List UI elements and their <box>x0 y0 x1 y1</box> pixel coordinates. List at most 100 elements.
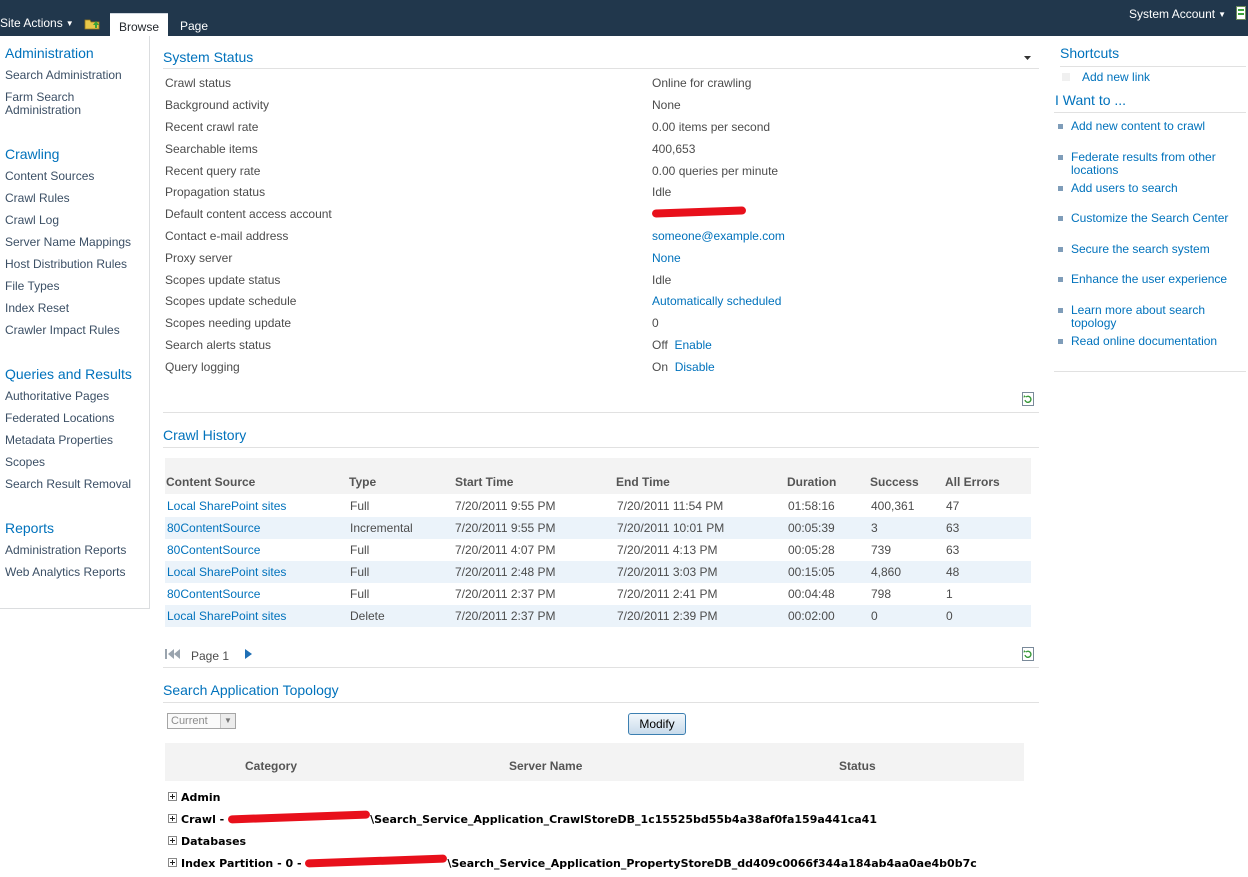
content-source-link[interactable]: Local SharePoint sites <box>167 565 286 579</box>
table-cell: 00:15:05 <box>788 565 835 579</box>
status-value: 0.00 items per second <box>652 120 771 134</box>
link-enhance-experience[interactable]: Enhance the user experience <box>1071 273 1247 286</box>
column-header: Category <box>245 759 298 773</box>
topology-row-crawl: Crawl - \Search_Service_Application_Craw… <box>168 810 877 826</box>
ql-heading-reports[interactable]: Reports <box>5 520 54 536</box>
redaction-mark <box>651 206 747 218</box>
ql-item-scopes[interactable]: Scopes <box>5 456 45 469</box>
table-cell: 7/20/2011 3:03 PM <box>617 565 718 579</box>
collapse-arrow-icon[interactable] <box>1024 56 1031 60</box>
ql-item-authoritative-pages[interactable]: Authoritative Pages <box>5 390 109 403</box>
topology-version-select[interactable]: Current ▼ <box>167 713 236 729</box>
default-account-link[interactable] <box>651 206 747 221</box>
table-cell: 63 <box>946 543 960 557</box>
ql-heading-crawling[interactable]: Crawling <box>5 146 59 162</box>
expand-icon[interactable] <box>168 814 177 823</box>
content-source-link[interactable]: Local SharePoint sites <box>167 499 286 513</box>
topology-row-databases: Databases <box>168 835 246 848</box>
table-cell: 7/20/2011 2:39 PM <box>617 609 718 623</box>
ql-item-host-distribution-rules[interactable]: Host Distribution Rules <box>5 258 127 271</box>
content-source-link[interactable]: 80ContentSource <box>167 543 260 557</box>
ql-item-file-types[interactable]: File Types <box>5 280 59 293</box>
link-add-users[interactable]: Add users to search <box>1071 182 1247 195</box>
user-menu[interactable]: System Account ▼ <box>1129 7 1226 21</box>
ql-item-server-name-mappings[interactable]: Server Name Mappings <box>5 236 131 249</box>
topology-title: Search Application Topology <box>163 682 339 698</box>
divider <box>163 68 1039 69</box>
next-page-icon[interactable] <box>245 649 252 659</box>
status-label: Contact e-mail address <box>165 229 289 243</box>
table-row: 80ContentSource Full 7/20/2011 2:37 PM 7… <box>165 583 1031 605</box>
status-label: Search alerts status <box>165 338 272 352</box>
contact-email-link[interactable]: someone@example.com <box>652 229 785 243</box>
link-learn-topology[interactable]: Learn more about search topology <box>1071 304 1231 330</box>
tab-browse[interactable]: Browse <box>110 13 168 36</box>
table-cell: 0 <box>946 609 953 623</box>
ql-item-federated-locations[interactable]: Federated Locations <box>5 412 114 425</box>
link-customize-search-center[interactable]: Customize the Search Center <box>1071 212 1247 225</box>
divider <box>1054 112 1246 113</box>
table-row: Local SharePoint sites Full 7/20/2011 9:… <box>165 495 1031 517</box>
table-cell: 7/20/2011 4:07 PM <box>455 543 556 557</box>
column-header[interactable]: Type <box>349 475 376 489</box>
expand-icon[interactable] <box>168 858 177 867</box>
link-federate-results[interactable]: Federate results from other locations <box>1071 151 1241 177</box>
bullet-icon <box>1058 277 1063 282</box>
divider <box>163 447 1039 448</box>
select-value: Current <box>171 715 208 727</box>
proxy-server-link[interactable]: None <box>652 251 681 265</box>
status-value: 0.00 queries per minute <box>652 164 779 178</box>
ql-item-crawl-log[interactable]: Crawl Log <box>5 214 59 227</box>
bullet-icon <box>1058 247 1063 252</box>
disable-logging-link[interactable]: Disable <box>675 360 715 374</box>
scopes-schedule-link[interactable]: Automatically scheduled <box>652 294 781 308</box>
status-value: 400,653 <box>652 142 696 156</box>
alerts-state: Off <box>652 338 668 352</box>
site-actions-menu[interactable]: Site Actions ▼ <box>0 16 74 30</box>
refresh-icon[interactable] <box>1022 647 1034 661</box>
content-source-link[interactable]: Local SharePoint sites <box>167 609 286 623</box>
ql-item-search-administration[interactable]: Search Administration <box>5 69 122 82</box>
ql-item-crawler-impact-rules[interactable]: Crawler Impact Rules <box>5 324 120 337</box>
refresh-icon[interactable] <box>1022 392 1034 406</box>
content-source-link[interactable]: 80ContentSource <box>167 587 260 601</box>
ql-item-search-result-removal[interactable]: Search Result Removal <box>5 478 131 491</box>
link-add-new-content[interactable]: Add new content to crawl <box>1071 120 1247 133</box>
column-header[interactable]: End Time <box>616 475 670 489</box>
ql-item-administration-reports[interactable]: Administration Reports <box>5 544 126 557</box>
modify-button[interactable]: Modify <box>628 713 686 735</box>
ql-item-web-analytics-reports[interactable]: Web Analytics Reports <box>5 566 126 579</box>
ql-heading-queries-and-results[interactable]: Queries and Results <box>5 366 132 382</box>
status-label: Proxy server <box>165 251 233 265</box>
status-value: Idle <box>652 185 672 199</box>
page-icon[interactable] <box>1236 6 1246 20</box>
status-label: Scopes update status <box>165 273 281 287</box>
redaction-mark <box>305 854 448 868</box>
ql-item-content-sources[interactable]: Content Sources <box>5 170 94 183</box>
column-header[interactable]: Content Source <box>166 475 255 489</box>
ql-item-index-reset[interactable]: Index Reset <box>5 302 69 315</box>
table-cell: 4,860 <box>871 565 902 579</box>
ql-item-metadata-properties[interactable]: Metadata Properties <box>5 434 113 447</box>
ql-item-farm-search-administration[interactable]: Farm Search Administration <box>5 91 105 117</box>
ql-heading-administration[interactable]: Administration <box>5 45 94 61</box>
link-read-documentation[interactable]: Read online documentation <box>1071 335 1247 348</box>
column-header[interactable]: Duration <box>787 475 836 489</box>
add-new-link[interactable]: Add new link <box>1082 71 1248 84</box>
crawl-history-title: Crawl History <box>163 427 247 443</box>
expand-icon[interactable] <box>168 792 177 801</box>
expand-icon[interactable] <box>168 836 177 845</box>
enable-alerts-link[interactable]: Enable <box>674 338 711 352</box>
column-header[interactable]: Start Time <box>455 475 513 489</box>
navigate-up-icon[interactable] <box>84 16 100 30</box>
table-cell: Full <box>350 587 370 601</box>
column-header[interactable]: Success <box>870 475 919 489</box>
bullet-icon <box>1058 155 1063 160</box>
link-secure-search[interactable]: Secure the search system <box>1071 243 1247 256</box>
ql-item-crawl-rules[interactable]: Crawl Rules <box>5 192 70 205</box>
tab-page[interactable]: Page <box>168 13 220 36</box>
first-page-icon[interactable] <box>165 649 181 659</box>
column-header[interactable]: All Errors <box>945 475 1000 489</box>
content-source-link[interactable]: 80ContentSource <box>167 521 260 535</box>
system-status-title: System Status <box>163 49 254 65</box>
